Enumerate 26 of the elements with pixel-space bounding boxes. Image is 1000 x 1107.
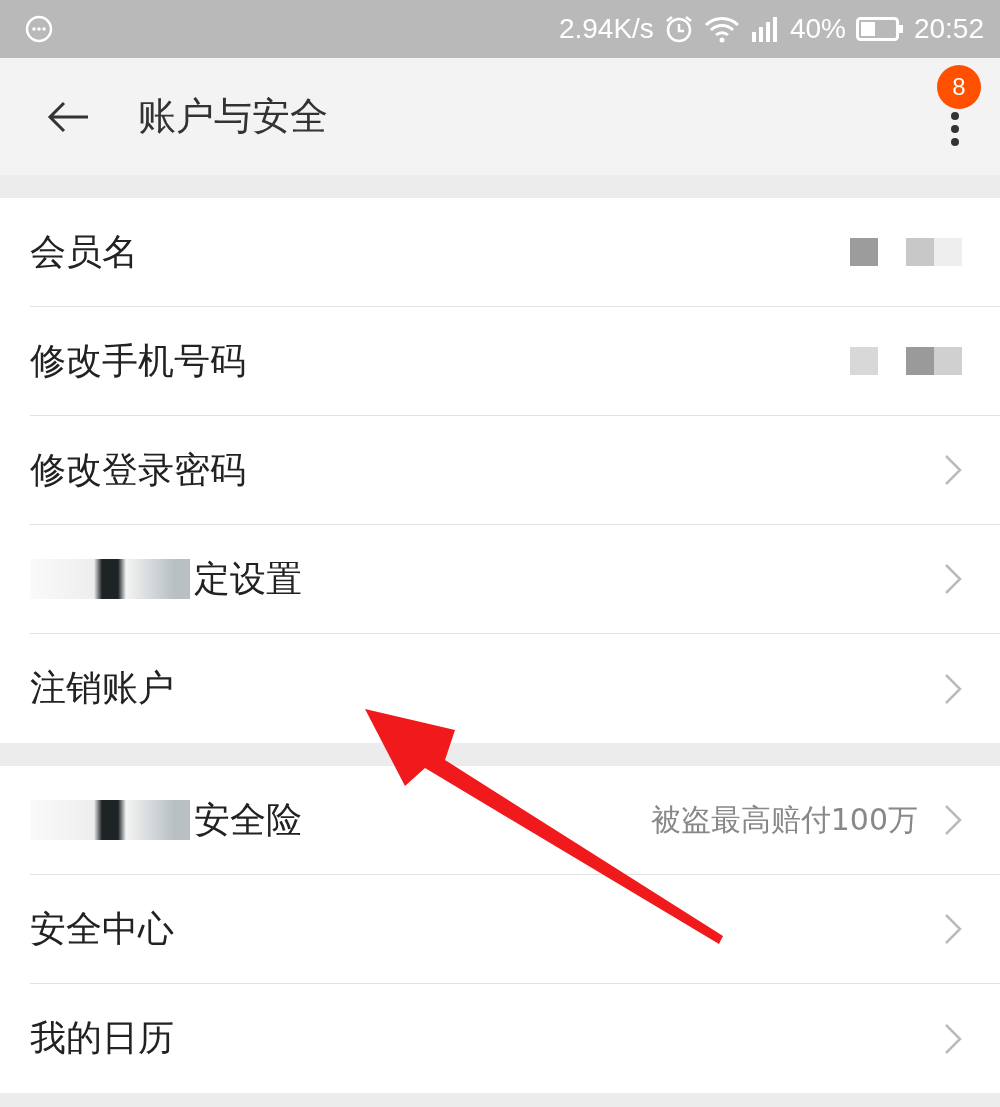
row-label: 修改登录密码 [30, 447, 246, 492]
notification-icon [24, 14, 54, 44]
settings-row[interactable]: 注销账户 [30, 634, 1000, 743]
row-label: 会员名 [30, 229, 138, 274]
battery-icon [855, 16, 904, 42]
settings-row[interactable]: 我的日历 [30, 984, 1000, 1093]
more-options-icon[interactable] [950, 110, 960, 147]
page-title: 账户与安全 [138, 93, 329, 140]
row-value: 被盗最高赔付100万 [650, 800, 918, 839]
row-label: 安全中心 [30, 906, 174, 951]
wifi-icon [703, 15, 740, 43]
row-label: 定设置 [194, 556, 302, 601]
settings-row[interactable]: 会员名 [30, 198, 1000, 307]
battery-percentage: 40% [789, 13, 846, 45]
row-label: 我的日历 [30, 1016, 174, 1060]
settings-row[interactable]: 定设置 [30, 525, 1000, 634]
settings-row[interactable]: 修改登录密码 [30, 416, 1000, 525]
row-label: 修改手机号码 [30, 338, 246, 383]
signal-icon [749, 16, 780, 42]
settings-row[interactable]: 修改手机号码 [30, 307, 1000, 416]
row-label: 安全险 [194, 797, 302, 842]
back-arrow-icon[interactable] [46, 99, 90, 134]
clock-time: 20:52 [913, 13, 984, 45]
network-speed: 2.94K/s [558, 13, 654, 45]
row-label: 注销账户 [30, 666, 174, 710]
notification-badge: 8 [937, 64, 981, 109]
